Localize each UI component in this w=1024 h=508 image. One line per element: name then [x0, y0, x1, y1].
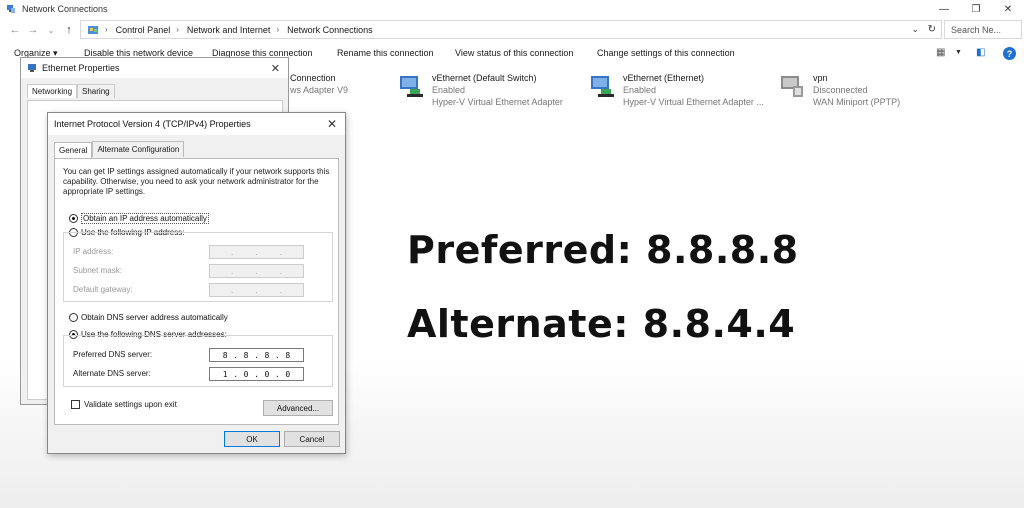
tab-networking[interactable]: Networking — [27, 84, 78, 98]
recent-chevron-icon[interactable]: ⌄ — [42, 26, 60, 35]
alternate-dns-octet-3: 0 — [264, 369, 270, 379]
breadcrumb-separator-icon: › — [176, 25, 179, 34]
validate-settings-label: Validate settings upon exit — [84, 400, 177, 409]
maximize-button[interactable]: ❐ — [960, 0, 992, 18]
breadcrumb-control-panel[interactable]: Control Panel — [116, 25, 171, 35]
ipv4-dialog-title: Internet Protocol Version 4 (TCP/IPv4) P… — [54, 119, 251, 129]
obtain-dns-auto-label: Obtain DNS server address automatically — [81, 313, 228, 322]
back-arrow-icon[interactable]: ← — [6, 24, 24, 36]
radio-selected-icon — [69, 214, 78, 223]
address-row: ← → ⌄ ↑ › Control Panel › Network and In… — [0, 19, 1024, 41]
minimize-button[interactable]: — — [928, 0, 960, 18]
connection-status: Enabled — [432, 85, 466, 95]
help-icon[interactable]: ? — [1003, 47, 1016, 60]
alternate-dns-field[interactable]: 1. 0. 0. 0 — [209, 367, 304, 381]
connection-name: vpn — [813, 73, 828, 83]
forward-arrow-icon[interactable]: → — [24, 24, 42, 36]
ethernet-tabs: Networking Sharing — [27, 84, 115, 98]
network-connections-icon — [7, 5, 15, 13]
connection-adapter: ws Adapter V9 — [290, 85, 349, 95]
ipv4-dialog-titlebar: Internet Protocol Version 4 (TCP/IPv4) P… — [48, 113, 345, 135]
breadcrumb-separator-icon: › — [105, 25, 108, 34]
refresh-icon[interactable]: ↻ — [928, 24, 936, 35]
connection-item[interactable]: vEthernet (Default Switch) Enabled Hyper… — [398, 72, 563, 108]
address-bar[interactable]: › Control Panel › Network and Internet ›… — [80, 20, 942, 39]
default-gateway-label: Default gateway: — [73, 285, 133, 294]
ip-address-field: ... — [209, 245, 304, 259]
ethernet-dialog-title: Ethernet Properties — [42, 63, 120, 73]
view-status-command[interactable]: View status of this connection — [455, 48, 573, 58]
connection-name: Connection — [290, 73, 336, 83]
advanced-button[interactable]: Advanced... — [263, 400, 333, 416]
ethernet-icon — [28, 64, 36, 72]
rename-command[interactable]: Rename this connection — [337, 48, 434, 58]
connection-name: vEthernet (Ethernet) — [623, 73, 705, 83]
ethernet-dialog-titlebar: Ethernet Properties ✕ — [21, 58, 288, 78]
ethernet-close-button[interactable]: ✕ — [271, 62, 280, 75]
connection-item[interactable]: Connection ws Adapter V9 — [290, 72, 348, 96]
connection-name: vEthernet (Default Switch) — [432, 73, 537, 83]
breadcrumb-network-internet[interactable]: Network and Internet — [187, 25, 271, 35]
connection-status: Enabled — [623, 85, 657, 95]
control-panel-icon — [88, 25, 98, 34]
intro-text: You can get IP settings assigned automat… — [63, 167, 330, 196]
connection-item[interactable]: vEthernet (Ethernet) Enabled Hyper-V Vir… — [589, 72, 764, 108]
view-dropdown-icon[interactable]: ▼ — [955, 49, 962, 56]
cancel-button[interactable]: Cancel — [284, 431, 340, 447]
connection-status: Disconnected — [813, 85, 868, 95]
subnet-mask-label: Subnet mask: — [73, 266, 122, 275]
obtain-ip-auto-label: Obtain an IP address automatically — [81, 213, 209, 224]
preferred-dns-label: Preferred DNS server: — [73, 350, 153, 359]
breadcrumb-network-connections[interactable]: Network Connections — [287, 25, 373, 35]
view-options-icon[interactable]: ▦ — [936, 47, 945, 58]
preferred-dns-octet-1: 8 — [222, 350, 228, 360]
subnet-mask-field: ... — [209, 264, 304, 278]
change-settings-command[interactable]: Change settings of this connection — [597, 48, 735, 58]
ip-address-label: IP address: — [73, 247, 114, 256]
search-input[interactable]: Search Ne... — [944, 20, 1022, 39]
general-panel: You can get IP settings assigned automat… — [54, 158, 339, 425]
ipv4-properties-dialog: Internet Protocol Version 4 (TCP/IPv4) P… — [47, 112, 346, 454]
preferred-dns-octet-4: 8 — [285, 350, 291, 360]
network-adapter-icon — [591, 76, 614, 97]
obtain-dns-auto-radio[interactable]: Obtain DNS server address automatically — [69, 313, 228, 322]
preferred-dns-field[interactable]: 8. 8. 8. 8 — [209, 348, 304, 362]
up-arrow-icon[interactable]: ↑ — [60, 24, 78, 36]
radio-unselected-icon — [69, 313, 78, 322]
preferred-dns-octet-2: 8 — [243, 350, 249, 360]
connection-adapter: WAN Miniport (PPTP) — [813, 97, 901, 107]
title-bar: Network Connections — ❐ ✕ — [0, 0, 1024, 18]
connection-item[interactable]: vpn Disconnected WAN Miniport (PPTP) — [779, 72, 900, 108]
close-button[interactable]: ✕ — [992, 0, 1024, 18]
preview-pane-icon[interactable]: ◧ — [976, 47, 985, 58]
obtain-ip-auto-radio[interactable]: Obtain an IP address automatically — [69, 213, 209, 224]
network-adapter-icon — [400, 76, 423, 97]
tab-sharing[interactable]: Sharing — [77, 84, 115, 98]
alternate-dns-label: Alternate DNS server: — [73, 369, 151, 378]
alternate-dns-octet-2: 0 — [243, 369, 249, 379]
address-dropdown-icon[interactable]: ⌄ — [911, 24, 919, 35]
connection-adapter: Hyper-V Virtual Ethernet Adapter — [432, 97, 563, 107]
preferred-dns-octet-3: 8 — [264, 350, 270, 360]
alternate-dns-octet-1: 1 — [222, 369, 228, 379]
checkbox-unchecked-icon — [71, 400, 80, 409]
alternate-dns-octet-4: 0 — [285, 369, 291, 379]
alternate-dns-caption: Alternate: 8.8.4.4 — [407, 302, 796, 346]
preferred-dns-caption: Preferred: 8.8.8.8 — [407, 228, 799, 272]
tab-general[interactable]: General — [54, 142, 93, 158]
validate-settings-checkbox[interactable]: Validate settings upon exit — [71, 400, 177, 409]
window-title: Network Connections — [22, 4, 108, 14]
breadcrumb-separator-icon: › — [276, 25, 280, 34]
tab-alternate-configuration[interactable]: Alternate Configuration — [92, 141, 185, 157]
ipv4-close-button[interactable]: ✕ — [327, 117, 337, 131]
vpn-adapter-icon — [781, 76, 803, 97]
window-controls: — ❐ ✕ — [928, 0, 1024, 18]
default-gateway-field: ... — [209, 283, 304, 297]
connection-adapter: Hyper-V Virtual Ethernet Adapter ... — [623, 97, 764, 107]
ok-button[interactable]: OK — [224, 431, 280, 447]
ipv4-tabs: General Alternate Configuration — [54, 141, 185, 158]
